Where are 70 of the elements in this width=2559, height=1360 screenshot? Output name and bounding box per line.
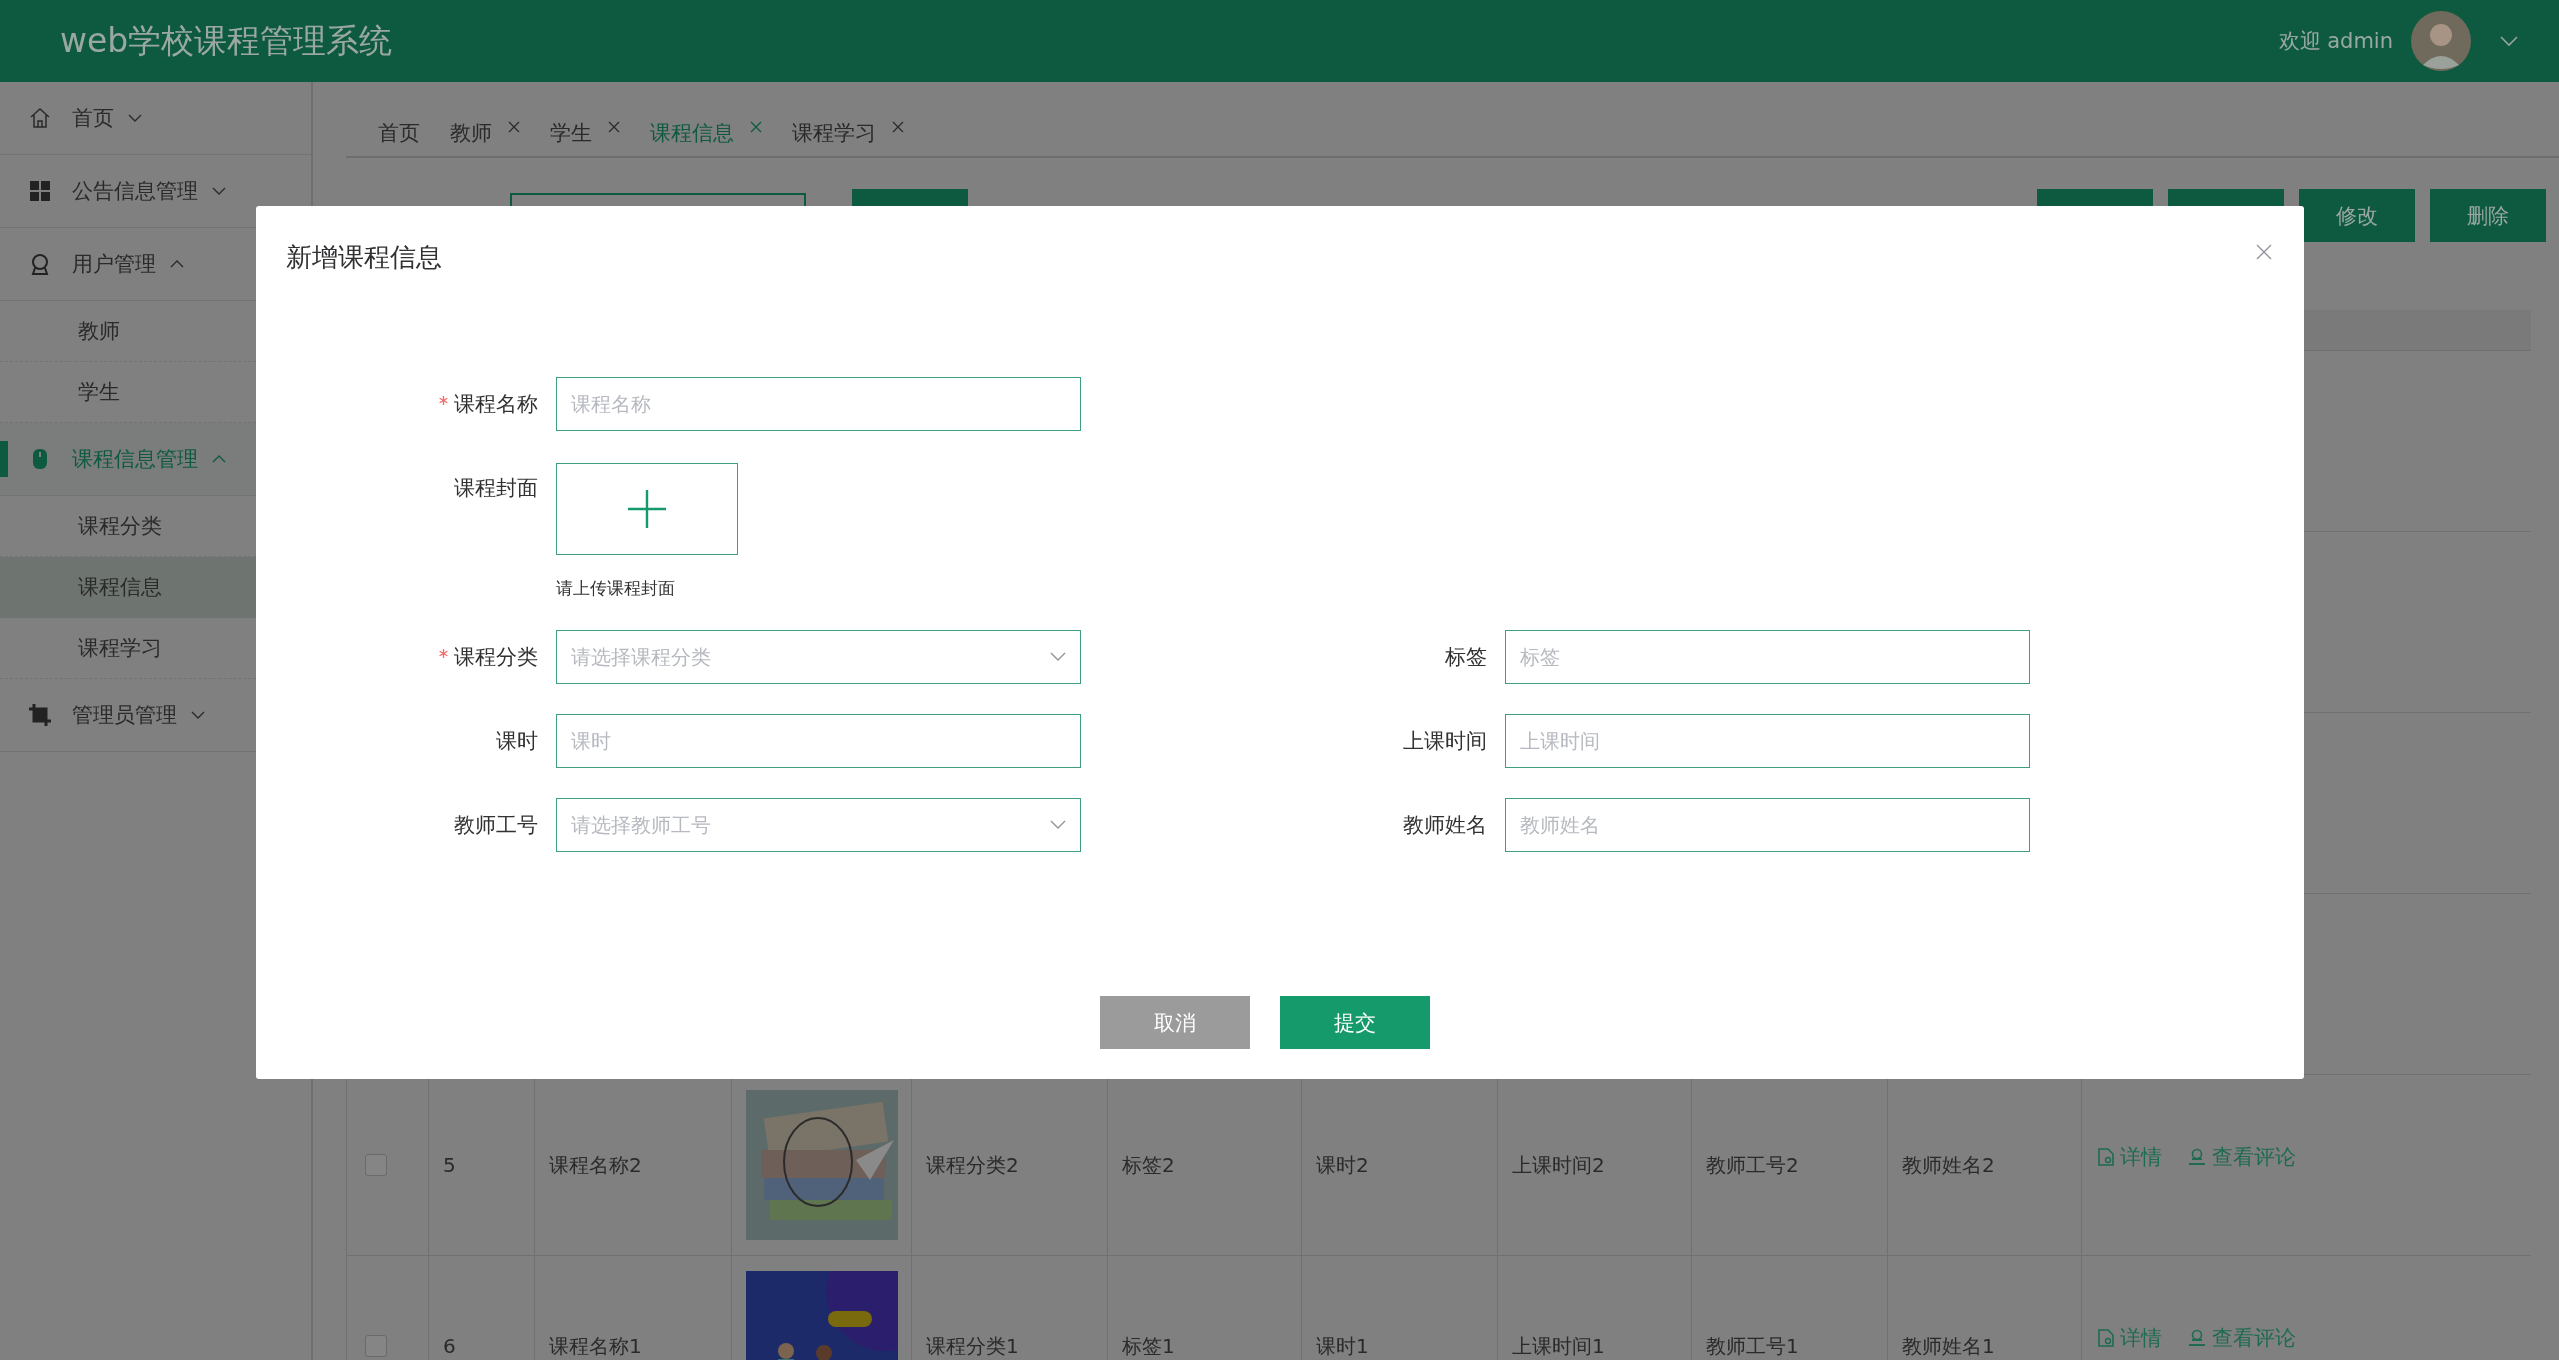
chevron-down-icon — [1050, 820, 1066, 830]
app-title: web学校课程管理系统 — [60, 19, 393, 62]
table-cell: 课程分类2 — [926, 1151, 1019, 1179]
table-cell: 5 — [443, 1153, 456, 1177]
tab[interactable]: 课程学习 — [792, 113, 904, 147]
close-icon[interactable] — [608, 121, 620, 133]
checkbox[interactable] — [365, 1335, 387, 1357]
table-cell: 课时1 — [1316, 1332, 1369, 1360]
close-icon[interactable] — [892, 121, 904, 133]
input-field[interactable]: 课程名称 — [556, 377, 1081, 431]
field-label: 课程名称 — [454, 391, 538, 418]
table-cell: 标签2 — [1122, 1151, 1175, 1179]
caret-down-icon — [191, 711, 205, 719]
table-cell: 标签1 — [1122, 1332, 1175, 1360]
field-label: 教师姓名 — [1403, 812, 1487, 839]
caret-down-icon — [128, 114, 142, 122]
table-cell: 教师工号1 — [1706, 1332, 1799, 1360]
tab[interactable]: 教师 — [450, 113, 520, 147]
active-indicator — [0, 441, 8, 477]
tab[interactable]: 首页 — [378, 113, 420, 147]
table-cell: 教师姓名2 — [1902, 1151, 1995, 1179]
select-field[interactable]: 请选择课程分类 — [556, 630, 1081, 684]
close-icon[interactable] — [750, 121, 762, 133]
tab[interactable]: 学生 — [550, 113, 620, 147]
avatar-icon[interactable] — [2411, 11, 2471, 71]
plus-icon — [627, 489, 667, 529]
input-field[interactable]: 课时 — [556, 714, 1081, 768]
upload-box[interactable] — [556, 463, 738, 555]
input-field[interactable]: 教师姓名 — [1505, 798, 2030, 852]
field-label: 标签 — [1445, 644, 1487, 671]
table-cell: 课程名称1 — [549, 1332, 642, 1360]
cancel-button[interactable]: 取消 — [1100, 996, 1250, 1049]
table-cell: 教师姓名1 — [1902, 1332, 1995, 1360]
table-cell: 教师工号2 — [1706, 1151, 1799, 1179]
crop-icon — [28, 703, 52, 727]
stamp-icon — [2188, 1329, 2206, 1347]
toolbar-button[interactable]: 删除 — [2430, 189, 2546, 242]
input-field[interactable]: 上课时间 — [1505, 714, 2030, 768]
close-icon[interactable] — [508, 121, 520, 133]
field-label: 课程分类 — [454, 644, 538, 671]
tab[interactable]: 课程信息 — [650, 113, 762, 147]
table-cell: 上课时间1 — [1512, 1332, 1605, 1360]
document-icon — [2098, 1329, 2114, 1347]
table-cell: 课程名称2 — [549, 1151, 642, 1179]
home-icon — [28, 106, 52, 130]
caret-down-icon — [212, 187, 226, 195]
select-field[interactable]: 请选择教师工号 — [556, 798, 1081, 852]
table-cell: 课程分类1 — [926, 1332, 1019, 1360]
input-field[interactable]: 标签 — [1505, 630, 2030, 684]
upload-hint: 请上传课程封面 — [556, 577, 676, 600]
toolbar-button[interactable]: 修改 — [2299, 189, 2415, 242]
field-label: 课程封面 — [454, 475, 538, 502]
checkbox[interactable] — [365, 1154, 387, 1176]
field-label: 教师工号 — [454, 812, 538, 839]
caret-up-icon — [212, 455, 226, 463]
greeting: 欢迎 admin — [2278, 28, 2393, 55]
document-icon — [2098, 1148, 2114, 1166]
close-icon[interactable] — [2256, 244, 2272, 260]
field-label: 上课时间 — [1403, 728, 1487, 755]
table-cell: 上课时间2 — [1512, 1151, 1605, 1179]
table-cell: 课时2 — [1316, 1151, 1369, 1179]
table-cell: 6 — [443, 1334, 456, 1358]
caret-up-icon — [170, 260, 184, 268]
stamp-icon — [2188, 1148, 2206, 1166]
submit-button[interactable]: 提交 — [1280, 996, 1430, 1049]
menu-item[interactable]: 首页 — [0, 82, 311, 155]
grid-icon — [28, 179, 52, 203]
chevron-down-icon[interactable] — [2499, 35, 2519, 47]
field-label: 课时 — [496, 728, 538, 755]
chevron-down-icon — [1050, 652, 1066, 662]
